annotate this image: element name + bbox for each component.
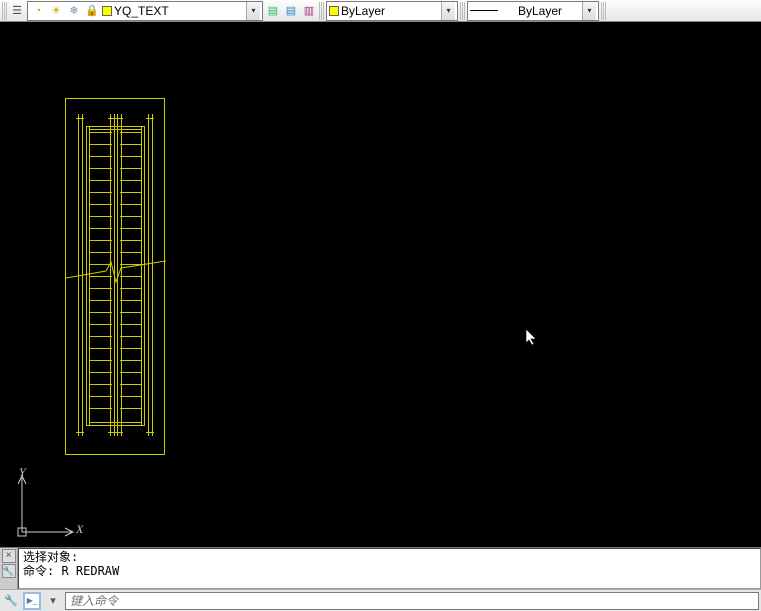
grip-4[interactable] <box>601 2 606 20</box>
linetype-preview <box>470 10 498 11</box>
ucs-x-label: X <box>76 522 83 537</box>
vert-bar-cap-1t <box>76 118 84 119</box>
sun-icon: ☀ <box>48 3 64 19</box>
cmd-log-line2: 命令: R REDRAW <box>23 564 119 578</box>
ucs-y-label: Y <box>19 465 26 480</box>
vert-bar-cap-1b <box>76 432 84 433</box>
layers-tree-icon[interactable]: ☰ <box>9 3 25 19</box>
lock-icon: 🔒 <box>84 3 100 19</box>
layer-name-label: YQ_TEXT <box>114 4 244 18</box>
col-bot <box>86 425 145 426</box>
wrench-icon[interactable]: 🔧 <box>2 564 16 578</box>
terminal-icon[interactable]: ▶_ <box>23 592 41 610</box>
history-dropdown-icon[interactable]: ▾ <box>44 592 62 610</box>
chevron-down-icon[interactable]: ▾ <box>582 2 596 20</box>
layer-dropdown[interactable]: ◔ ☀ ❄ 🔒 YQ_TEXT ▾ <box>27 1 263 21</box>
command-input[interactable] <box>65 592 759 610</box>
color-dropdown[interactable]: ByLayer ▾ <box>326 1 458 21</box>
command-panel-tools: × 🔧 <box>0 548 18 589</box>
chevron-down-icon[interactable]: ▾ <box>441 2 455 20</box>
lightbulb-icon: ◔ <box>30 3 46 19</box>
vert-bar-cap-4b <box>146 432 154 433</box>
vert-bar-cap-4t <box>146 118 154 119</box>
grip-3[interactable] <box>460 2 465 20</box>
drawing-canvas[interactable]: Y X <box>0 22 761 547</box>
grip-2[interactable] <box>319 2 324 20</box>
col-top2 <box>89 129 142 130</box>
col-bot2 <box>89 422 142 423</box>
top-toolbar: ☰ ◔ ☀ ❄ 🔒 YQ_TEXT ▾ ▤ ▤ ▥ ByLayer ▾ ByLa… <box>0 0 761 22</box>
break-line <box>66 258 166 288</box>
wrench-icon[interactable]: 🔧 <box>2 592 20 610</box>
sheet-icon-2[interactable]: ▤ <box>283 3 299 19</box>
close-icon[interactable]: × <box>2 549 16 563</box>
linetype-label: ByLayer <box>500 4 580 18</box>
freeze-icon: ❄ <box>66 3 82 19</box>
vert-bar-cap-3t <box>115 118 123 119</box>
sheet-icon-1[interactable]: ▤ <box>265 3 281 19</box>
vert-bar-cap-3b <box>115 432 123 433</box>
sheet-icon-3[interactable]: ▥ <box>301 3 317 19</box>
command-input-row: 🔧 ▶_ ▾ <box>0 589 761 611</box>
command-log[interactable]: 选择对象: 命令: R REDRAW <box>18 548 761 589</box>
cursor-icon <box>525 328 539 346</box>
col-top <box>86 126 145 127</box>
layer-color-swatch <box>102 6 112 16</box>
linetype-dropdown[interactable]: ByLayer ▾ <box>467 1 599 21</box>
color-label: ByLayer <box>341 4 439 18</box>
command-history-panel: × 🔧 选择对象: 命令: R REDRAW <box>0 547 761 589</box>
color-swatch <box>329 6 339 16</box>
cmd-log-line1: 选择对象: <box>23 550 78 564</box>
grip-1[interactable] <box>2 2 7 20</box>
chevron-down-icon[interactable]: ▾ <box>246 2 260 20</box>
